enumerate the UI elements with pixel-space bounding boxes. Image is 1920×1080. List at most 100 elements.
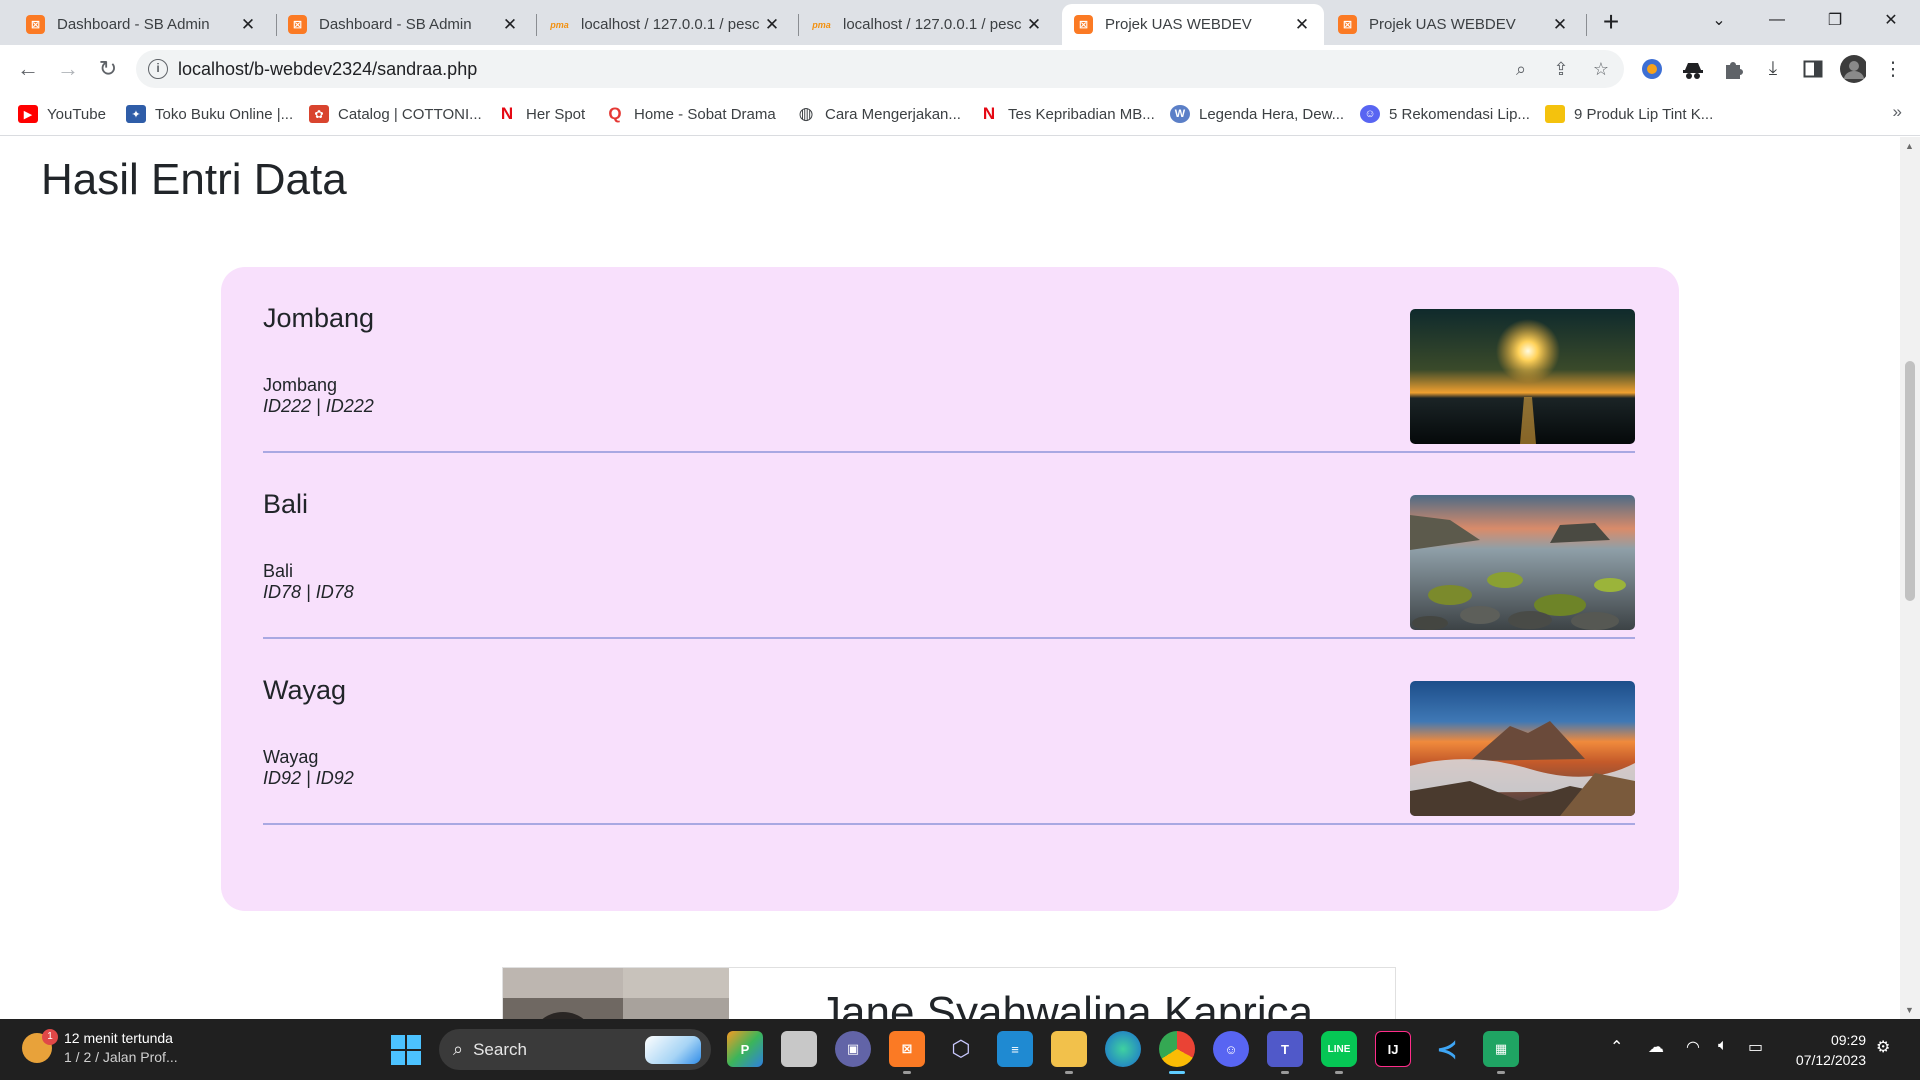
sobatdrama-icon: Q — [608, 104, 622, 123]
teams-icon[interactable]: T — [1267, 1031, 1303, 1074]
volume-muted-icon[interactable]: 🔈︎ — [1718, 1037, 1728, 1055]
reload-icon[interactable]: ↻ — [92, 53, 124, 85]
entry-ids: ID78 | ID78 — [263, 582, 354, 602]
widget-line-2: 1 / 2 / Jalan Prof... — [64, 1049, 178, 1065]
incognito-extension-icon[interactable] — [1680, 56, 1706, 82]
notification-center-icon[interactable]: ⚙ — [1876, 1037, 1890, 1057]
notification-badge: 1 — [42, 1029, 58, 1045]
browser-tab[interactable]: ⊠ Dashboard - SB Admin ✕ — [276, 4, 532, 45]
system-clock[interactable]: 09:29 07/12/2023 — [1774, 1030, 1866, 1070]
bookmark-label: Catalog | COTTONI... — [338, 105, 482, 123]
battery-icon[interactable]: ▭ — [1748, 1037, 1763, 1057]
browser-tab[interactable]: ⊠ Projek UAS WEBDEV ✕ — [1326, 4, 1582, 45]
tab-title: Dashboard - SB Admin — [57, 16, 210, 33]
sunset-sea-photo — [1410, 309, 1635, 444]
sheets-icon[interactable]: ▦ — [1483, 1031, 1519, 1074]
traffic-icon: 1 — [22, 1029, 58, 1063]
notepad-icon[interactable]: ≡ — [997, 1031, 1033, 1067]
chrome-menu-icon[interactable]: ⋮ — [1880, 56, 1906, 82]
extensions-puzzle-icon[interactable] — [1720, 56, 1746, 82]
volcano-sunrise-photo — [1410, 681, 1635, 816]
chrome-icon[interactable] — [1159, 1031, 1195, 1074]
page-viewport: Hasil Entri Data Jombang Jombang ID222 |… — [0, 137, 1900, 1019]
intellij-icon[interactable]: IJ — [1375, 1031, 1411, 1067]
close-tab-icon[interactable]: ✕ — [1024, 15, 1044, 35]
browser-tab[interactable]: ⊠ Dashboard - SB Admin ✕ — [14, 4, 270, 45]
show-hidden-icons-icon[interactable]: ⌃ — [1610, 1037, 1623, 1057]
scrollbar-thumb[interactable] — [1905, 361, 1915, 601]
discord-icon: ☺ — [1360, 105, 1380, 123]
url-text[interactable]: localhost/b-webdev2324/sandraa.php — [178, 59, 477, 80]
bookmark-item[interactable]: Q Home - Sobat Drama — [605, 102, 775, 126]
side-panel-icon[interactable] — [1800, 56, 1826, 82]
clock-date: 07/12/2023 — [1795, 1052, 1866, 1068]
bookmarks-bar: ▶ YouTube ✦ Toko Buku Online |... ✿ Cata… — [0, 93, 1920, 136]
search-icon: ⌕ — [453, 1039, 464, 1059]
traffic-widget[interactable]: 1 12 menit tertunda 1 / 2 / Jalan Prof..… — [22, 1029, 178, 1067]
download-icon[interactable]: ⤓ — [1760, 56, 1786, 82]
bookmark-item[interactable]: N Tes Kepribadian MB... — [979, 102, 1155, 126]
entry-subtitle: Wayag — [263, 747, 319, 767]
browser-tab-active[interactable]: ⊠ Projek UAS WEBDEV ✕ — [1062, 4, 1324, 45]
forward-icon[interactable]: → — [52, 53, 84, 85]
virtualbox-icon[interactable]: ⬡ — [943, 1031, 979, 1067]
close-tab-icon[interactable]: ✕ — [762, 15, 782, 35]
phpmyadmin-icon: pma — [812, 19, 831, 30]
entry-name: Jombang — [263, 303, 375, 333]
line-icon[interactable]: LINE — [1321, 1031, 1357, 1074]
zoom-icon[interactable]: ⌕ — [1508, 56, 1534, 82]
onedrive-icon[interactable]: ☁ — [1648, 1037, 1664, 1057]
close-tab-icon[interactable]: ✕ — [1292, 15, 1312, 35]
bookmark-item[interactable]: N Her Spot — [497, 102, 585, 126]
tab-search-chevron-icon[interactable]: ⌄ — [1690, 0, 1748, 40]
bookmark-item[interactable]: ✿ Catalog | COTTONI... — [309, 102, 482, 126]
bookmark-item[interactable]: ✦ Toko Buku Online |... — [126, 102, 293, 126]
profile-card: Jane Syahwalina Kaprica — [502, 967, 1396, 1019]
entry-ids: ID222 | ID222 — [263, 396, 374, 416]
share-icon[interactable]: ⇪ — [1548, 56, 1574, 82]
bookmark-item[interactable]: 9 Produk Lip Tint K... — [1545, 102, 1713, 126]
close-tab-icon[interactable]: ✕ — [500, 15, 520, 35]
bookmark-label: 5 Rekomendasi Lip... — [1389, 105, 1530, 123]
bookmark-item[interactable]: ◍ Cara Mengerjakan... — [796, 102, 961, 126]
profile-name: Jane Syahwalina Kaprica — [819, 988, 1314, 1019]
minimize-icon[interactable]: — — [1748, 0, 1806, 40]
folder-icon — [1545, 105, 1565, 123]
discord-icon[interactable]: ☺ — [1213, 1031, 1249, 1067]
extension-browser-icon[interactable] — [1639, 56, 1665, 82]
bookmark-item[interactable]: ☺ 5 Rekomendasi Lip... — [1360, 102, 1530, 126]
close-tab-icon[interactable]: ✕ — [238, 15, 258, 35]
browser-tab[interactable]: pma localhost / 127.0.0.1 / pesc ✕ — [800, 4, 1056, 45]
site-info-icon[interactable]: i — [148, 59, 168, 79]
edge-icon[interactable] — [1105, 1031, 1141, 1067]
bookmark-item[interactable]: W Legenda Hera, Dew... — [1170, 102, 1344, 126]
page-title: Hasil Entri Data — [41, 155, 347, 204]
page-scrollbar[interactable]: ▲ ▼ — [1900, 137, 1920, 1019]
more-bookmarks-icon[interactable]: » — [1893, 102, 1902, 122]
address-bar[interactable]: i localhost/b-webdev2324/sandraa.php ⌕ ⇪… — [136, 50, 1624, 88]
file-explorer-icon[interactable] — [1051, 1031, 1087, 1074]
entry-name: Bali — [263, 489, 309, 519]
start-menu-icon[interactable] — [391, 1035, 421, 1065]
entry-subtitle: Bali — [263, 561, 294, 581]
netflix-icon: N — [982, 104, 996, 123]
bookmark-label: Her Spot — [526, 105, 586, 123]
profile-avatar[interactable] — [1840, 55, 1866, 83]
close-window-icon[interactable]: ✕ — [1862, 0, 1920, 40]
browser-tab[interactable]: pma localhost / 127.0.0.1 / pesc ✕ — [538, 4, 794, 45]
scroll-up-icon[interactable]: ▲ — [1905, 141, 1914, 151]
new-tab-icon[interactable]: + — [1597, 5, 1625, 39]
scroll-down-icon[interactable]: ▼ — [1905, 1005, 1914, 1015]
close-tab-icon[interactable]: ✕ — [1550, 15, 1570, 35]
copilot-icon[interactable]: P — [727, 1031, 763, 1067]
meet-chat-icon[interactable]: ▣ — [835, 1031, 871, 1067]
vscode-icon[interactable]: ≺ — [1429, 1031, 1465, 1067]
bookmark-star-icon[interactable]: ☆ — [1588, 56, 1614, 82]
bookmark-item[interactable]: ▶ YouTube — [18, 102, 106, 126]
back-icon[interactable]: ← — [12, 53, 44, 85]
wifi-icon[interactable]: ◠ — [1686, 1037, 1700, 1057]
task-view-icon[interactable] — [781, 1031, 817, 1067]
restore-icon[interactable]: ❐ — [1806, 0, 1864, 40]
xampp-icon[interactable]: ⊠ — [889, 1031, 925, 1074]
taskbar-search[interactable]: ⌕ Search — [439, 1029, 711, 1070]
